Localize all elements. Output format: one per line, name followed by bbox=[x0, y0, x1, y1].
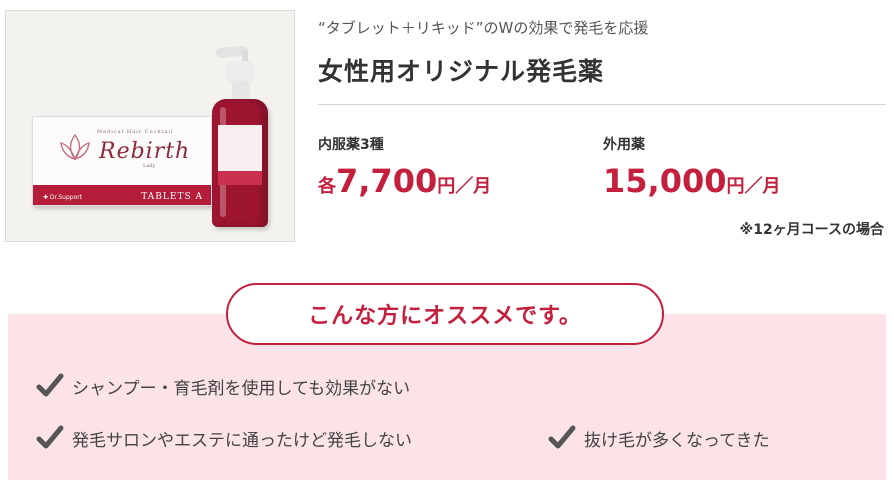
recommend-item-text: シャンプー・育毛剤を使用しても効果がない bbox=[72, 378, 411, 399]
box-stripe: ✚ Dr.Support TABLETS A bbox=[33, 185, 211, 205]
price-unit: 円／月 bbox=[437, 176, 492, 197]
recommend-item: 抜け毛が多くなってきた bbox=[548, 425, 770, 451]
maker-label: ✚ Dr.Support bbox=[43, 194, 83, 201]
product-image: Medical Hair Cocktail Rebirth Lady ✚ Dr.… bbox=[5, 10, 295, 242]
product-box: Medical Hair Cocktail Rebirth Lady ✚ Dr.… bbox=[32, 116, 212, 206]
course-note: ※12ヶ月コースの場合 bbox=[739, 222, 884, 238]
check-icon bbox=[36, 373, 64, 397]
price-amount: 15,000 bbox=[603, 162, 727, 200]
brand-tagline: Medical Hair Cocktail bbox=[97, 129, 174, 135]
tablets-label: TABLETS A bbox=[141, 192, 203, 202]
price-prefix: 各 bbox=[318, 176, 336, 197]
recommend-item-text: 発毛サロンやエステに通ったけど発毛しない bbox=[72, 430, 412, 451]
price-unit: 円／月 bbox=[726, 176, 781, 197]
price-value: 各7,700円／月 bbox=[318, 162, 491, 200]
product-title: 女性用オリジナル発毛薬 bbox=[318, 57, 605, 86]
brand-logo-text: Rebirth bbox=[99, 139, 191, 164]
divider bbox=[318, 104, 886, 105]
product-bottle bbox=[212, 99, 268, 227]
check-icon bbox=[548, 425, 576, 449]
recommend-heading: こんな方にオススメです。 bbox=[226, 283, 664, 345]
price-label: 内服薬3種 bbox=[318, 137, 384, 153]
price-topical: 外用薬 15,000円／月 bbox=[603, 134, 780, 200]
spray-pump bbox=[226, 61, 254, 83]
lotus-logo-icon bbox=[60, 133, 90, 161]
brand-sub-text: Lady bbox=[143, 163, 156, 169]
bottle-neck bbox=[232, 81, 250, 101]
check-icon bbox=[36, 425, 64, 449]
bottle-label-band bbox=[218, 171, 262, 185]
price-label: 外用薬 bbox=[603, 137, 645, 153]
price-amount: 7,700 bbox=[336, 162, 438, 200]
recommend-item: シャンプー・育毛剤を使用しても効果がない bbox=[36, 373, 410, 399]
product-tagline: “タブレット＋リキッド”のWの効果で発毛を応援 bbox=[318, 19, 649, 37]
price-oral: 内服薬3種 各7,700円／月 bbox=[318, 134, 491, 200]
recommend-item-text: 抜け毛が多くなってきた bbox=[584, 430, 770, 451]
recommend-item: 発毛サロンやエステに通ったけど発毛しない bbox=[36, 425, 412, 451]
price-value: 15,000円／月 bbox=[603, 162, 780, 200]
